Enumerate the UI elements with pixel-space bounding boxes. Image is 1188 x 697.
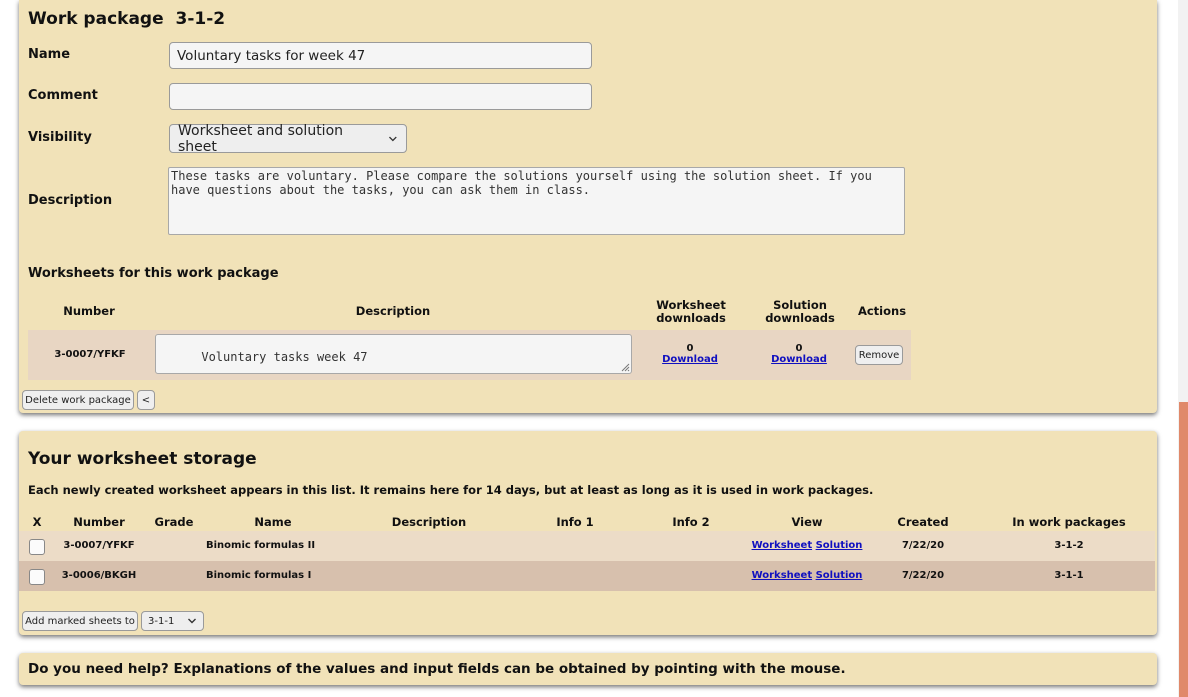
solution-download-count: 0 bbox=[795, 343, 803, 354]
col-header-created: Created bbox=[897, 515, 949, 529]
storage-title: Your worksheet storage bbox=[28, 449, 257, 469]
help-panel: Do you need help? Explanations of the va… bbox=[19, 653, 1157, 685]
row-number: 3-0006/BKGH bbox=[61, 570, 137, 581]
col-header-view: View bbox=[791, 515, 823, 529]
comment-label: Comment bbox=[28, 88, 98, 103]
help-text: Do you need help? Explanations of the va… bbox=[28, 661, 846, 677]
worksheet-description-textarea[interactable]: Voluntary tasks week 47 bbox=[155, 334, 632, 374]
row-checkbox[interactable] bbox=[29, 539, 45, 555]
col-header-number: Number bbox=[63, 304, 115, 318]
chevron-down-icon bbox=[389, 136, 398, 141]
remove-button[interactable]: Remove bbox=[855, 345, 903, 365]
worksheet-description-value: Voluntary tasks week 47 bbox=[201, 350, 368, 364]
table-row: 3-0006/BKGH Binomic formulas I Worksheet… bbox=[19, 561, 1155, 591]
col-header-in-work-packages: In work packages bbox=[1012, 515, 1126, 529]
row-checkbox[interactable] bbox=[29, 569, 45, 585]
col-header-solution-downloads: Solution downloads bbox=[765, 298, 835, 325]
row-name: Binomic formulas I bbox=[206, 570, 312, 581]
row-worksheet-link[interactable]: Worksheet bbox=[752, 540, 813, 551]
worksheet-storage-panel: Your worksheet storage Each newly create… bbox=[19, 431, 1157, 635]
name-label: Name bbox=[28, 47, 71, 62]
resize-handle-icon[interactable] bbox=[620, 362, 630, 372]
row-solution-link[interactable]: Solution bbox=[816, 570, 863, 581]
row-solution-link[interactable]: Solution bbox=[816, 540, 863, 551]
storage-info: Each newly created worksheet appears in … bbox=[28, 483, 874, 497]
row-in-work-packages: 3-1-2 bbox=[1054, 540, 1084, 551]
comment-input[interactable] bbox=[169, 83, 592, 110]
col-header-grade: Grade bbox=[154, 515, 194, 529]
col-header-description: Description bbox=[391, 515, 467, 529]
target-work-package-value: 3-1-1 bbox=[148, 615, 175, 627]
chevron-down-icon bbox=[188, 618, 196, 624]
row-worksheet-link[interactable]: Worksheet bbox=[752, 570, 813, 581]
col-header-description: Description bbox=[355, 304, 431, 318]
col-header-name: Name bbox=[254, 515, 292, 529]
work-package-number: 3-1-2 bbox=[175, 9, 226, 29]
col-header-worksheet-downloads: Worksheet downloads bbox=[656, 298, 726, 325]
add-marked-sheets-button[interactable]: Add marked sheets to bbox=[22, 611, 138, 631]
visibility-select-value: Worksheet and solution sheet bbox=[178, 122, 344, 155]
col-header-x: X bbox=[32, 515, 42, 529]
work-package-title: Work package 3-1-2 bbox=[28, 9, 225, 29]
description-label: Description bbox=[28, 193, 113, 208]
delete-work-package-button[interactable]: Delete work package bbox=[22, 390, 134, 410]
name-input[interactable] bbox=[169, 42, 592, 69]
back-button[interactable]: < bbox=[137, 390, 155, 410]
row-in-work-packages: 3-1-1 bbox=[1054, 570, 1084, 581]
work-package-panel: Work package 3-1-2 Name Comment Visibili… bbox=[19, 0, 1157, 413]
row-created: 7/22/20 bbox=[901, 540, 945, 551]
worksheet-number: 3-0007/YFKF bbox=[54, 349, 126, 360]
col-header-info2: Info 2 bbox=[672, 515, 710, 529]
row-number: 3-0007/YFKF bbox=[63, 540, 135, 551]
visibility-select[interactable]: Worksheet and solution sheet bbox=[169, 122, 407, 155]
row-name: Binomic formulas II bbox=[206, 540, 316, 551]
col-header-number: Number bbox=[73, 515, 125, 529]
work-package-title-label: Work package bbox=[28, 9, 164, 29]
worksheet-download-count: 0 bbox=[686, 343, 694, 354]
col-header-info1: Info 1 bbox=[556, 515, 594, 529]
worksheets-heading: Worksheets for this work package bbox=[28, 266, 279, 281]
visibility-label: Visibility bbox=[28, 130, 92, 145]
col-header-actions: Actions bbox=[857, 304, 907, 318]
table-row: 3-0007/YFKF Binomic formulas II Workshee… bbox=[19, 531, 1155, 561]
row-created: 7/22/20 bbox=[901, 570, 945, 581]
description-textarea[interactable]: These tasks are voluntary. Please compar… bbox=[168, 167, 905, 235]
worksheet-download-link[interactable]: Download bbox=[662, 354, 718, 365]
target-work-package-select[interactable]: 3-1-1 bbox=[141, 611, 204, 631]
worksheet-row: 3-0007/YFKF Voluntary tasks week 47 0 Do… bbox=[28, 330, 911, 380]
solution-download-link[interactable]: Download bbox=[771, 354, 827, 365]
scrollbar-thumb[interactable] bbox=[1179, 402, 1188, 697]
